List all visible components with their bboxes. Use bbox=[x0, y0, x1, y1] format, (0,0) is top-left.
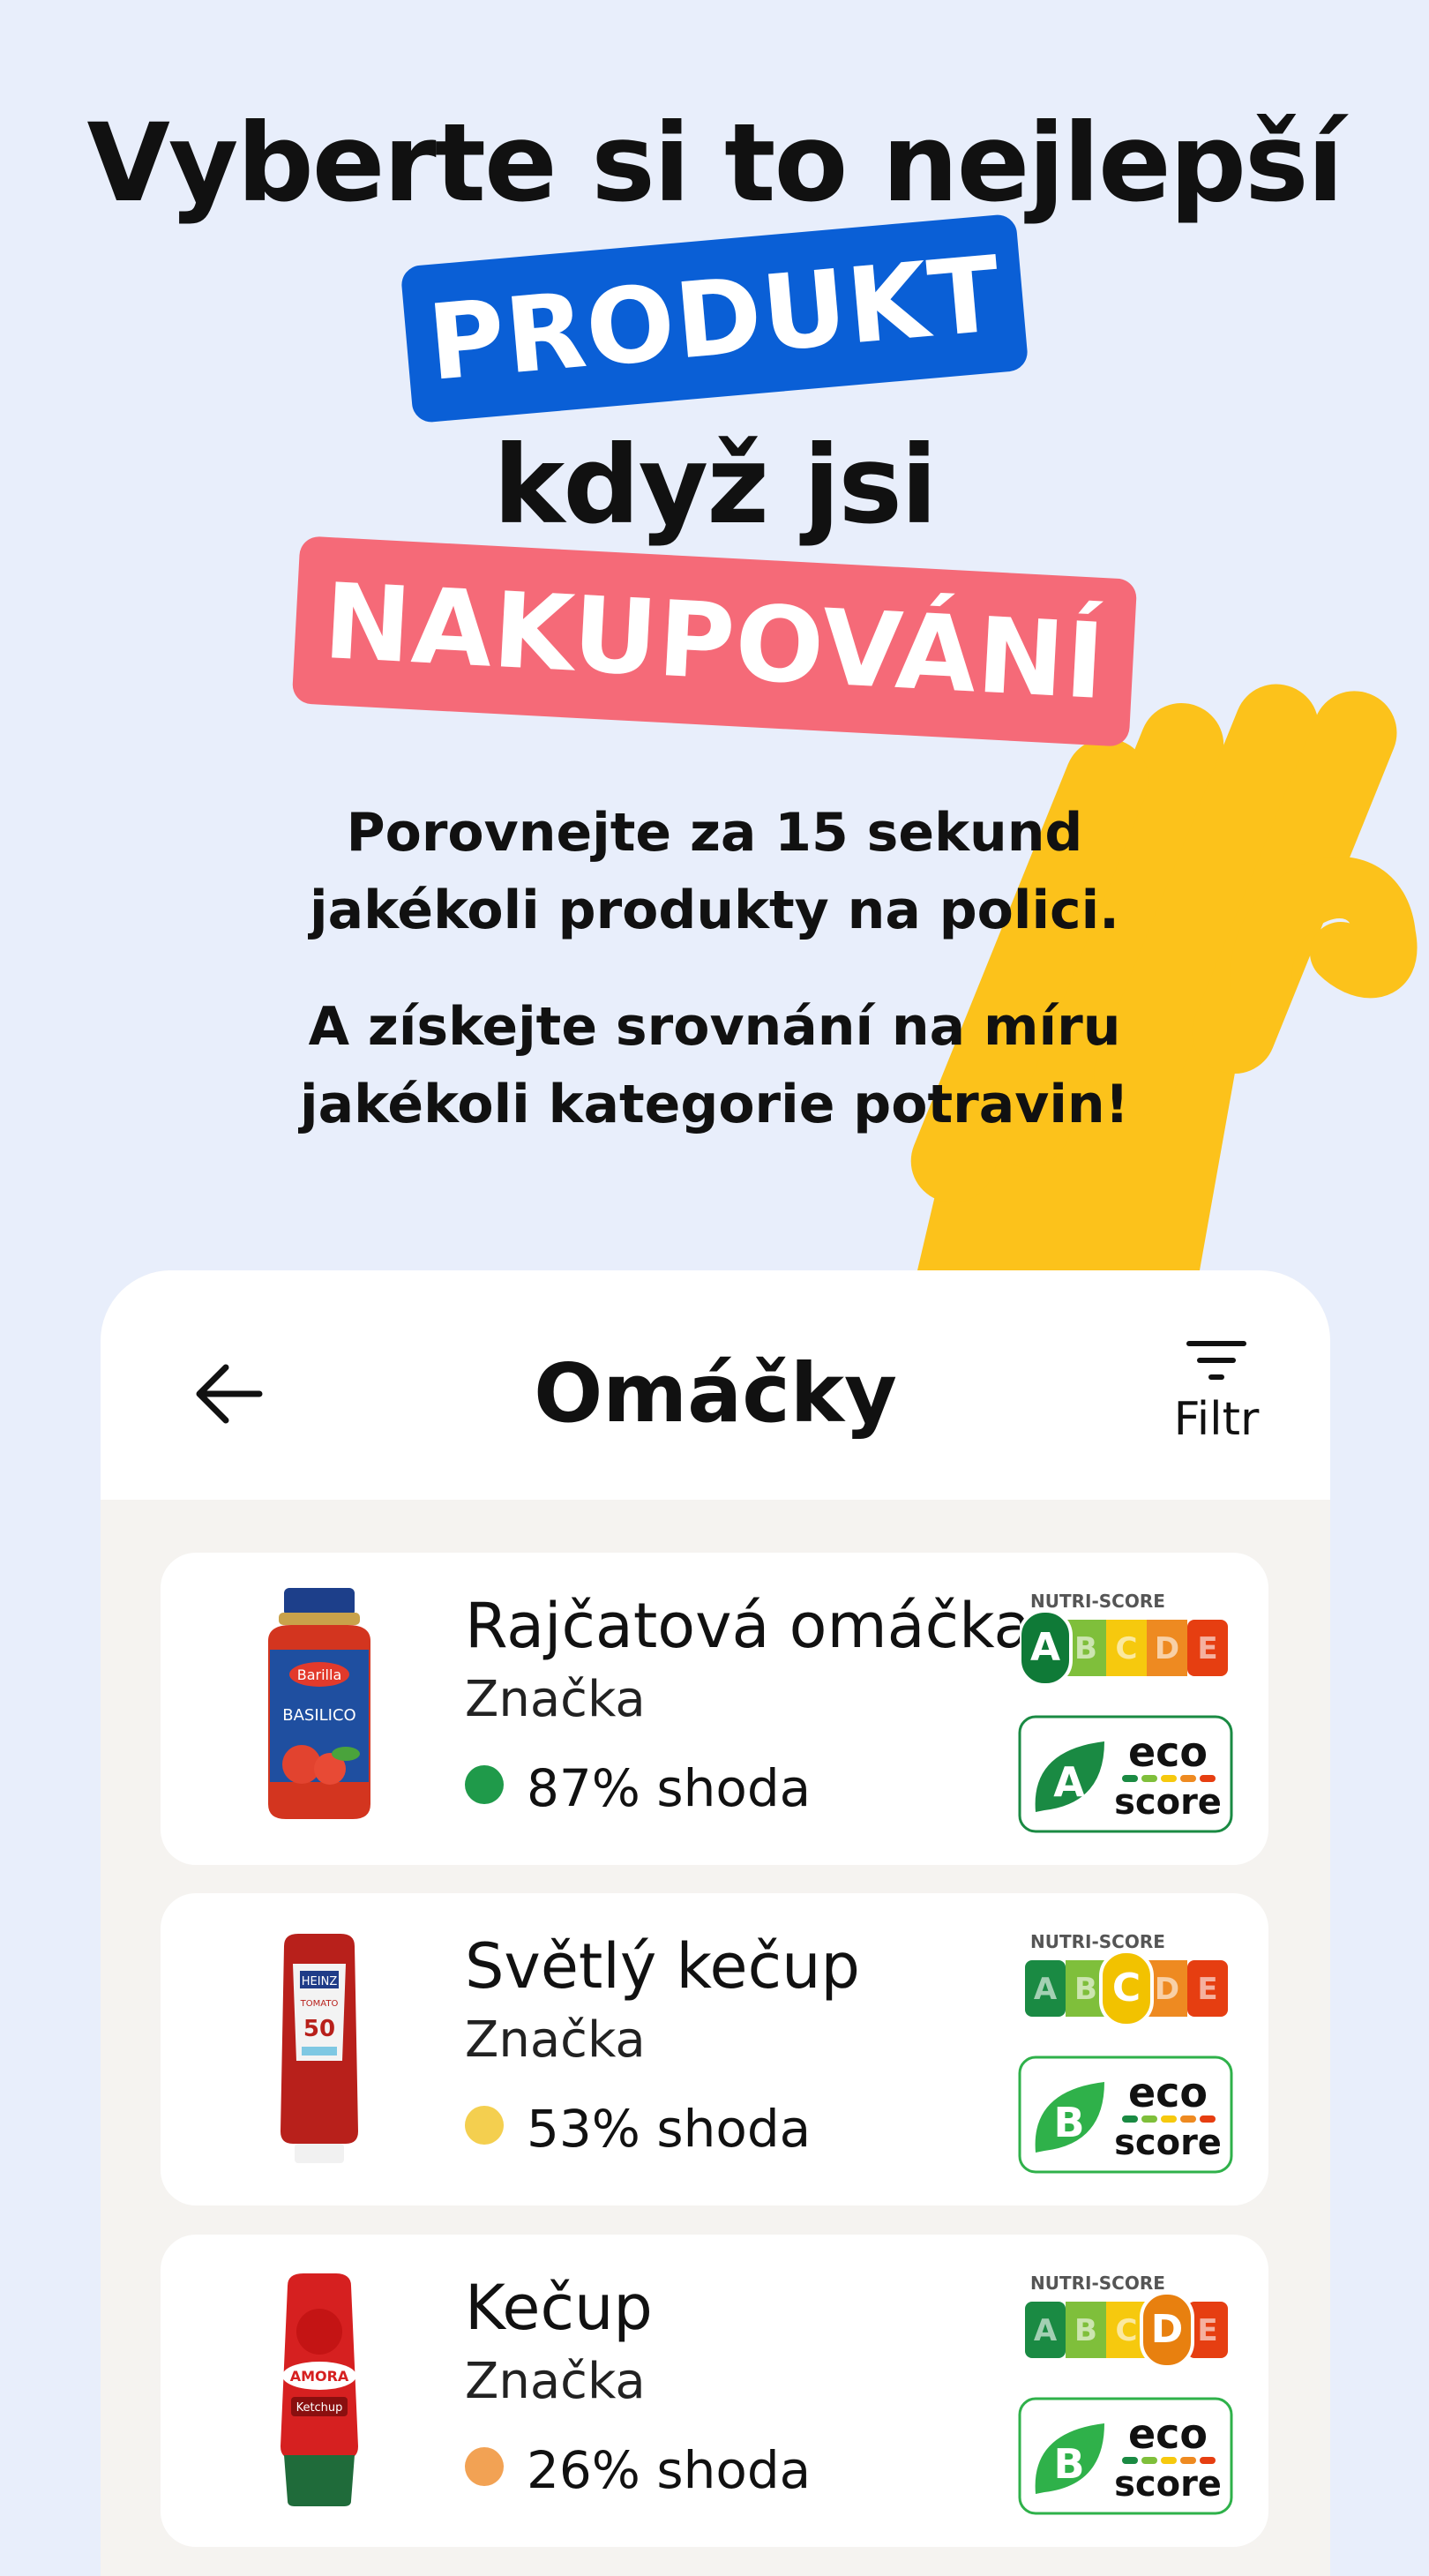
svg-text:BASILICO: BASILICO bbox=[282, 1706, 355, 1725]
svg-text:NUTRI-SCORE: NUTRI-SCORE bbox=[1030, 1591, 1165, 1612]
subtitle-compare: Porovnejte za 15 sekund jakékoli produkt… bbox=[0, 794, 1429, 949]
headline-line3: když jsi bbox=[493, 423, 938, 548]
svg-text:B: B bbox=[1074, 2313, 1097, 2348]
filter-label: Filtr bbox=[1173, 1393, 1260, 1446]
svg-text:C: C bbox=[1112, 1966, 1141, 2011]
svg-text:A: A bbox=[1030, 1625, 1060, 1670]
sauce-jar-image: Barilla BASILICO bbox=[268, 1588, 370, 1819]
match-dot bbox=[465, 1764, 504, 1804]
product-row[interactable]: AMORA Ketchup Kečup Značka 26% shoda NUT… bbox=[161, 2235, 1268, 2547]
match-score: 87% shoda bbox=[465, 1752, 811, 1821]
headline-line1: Vyberte si to nejlepší bbox=[86, 101, 1344, 226]
screen-title: Omáčky bbox=[534, 1346, 897, 1441]
match-dot bbox=[465, 2105, 504, 2145]
svg-text:D: D bbox=[1155, 1972, 1179, 2007]
nutri-score-badge: NUTRI-SCORE A B C D E bbox=[1020, 1591, 1228, 1687]
subtitle-categories-line1: A získejte srovnání na míru bbox=[308, 996, 1121, 1058]
product-row[interactable]: HEINZ TOMATO 50 Světlý kečup Značka 53% … bbox=[161, 1893, 1268, 2205]
screen-header: Omáčky Filtr bbox=[101, 1270, 1330, 1500]
subtitle-compare-line2: jakékoli produkty na polici. bbox=[310, 880, 1119, 941]
filter-icon bbox=[1186, 1341, 1246, 1380]
app-screen-card: Omáčky Filtr Barilla BASILICO Rajčatová … bbox=[101, 1270, 1330, 2576]
svg-text:C: C bbox=[1116, 1631, 1138, 1666]
svg-text:Ketchup: Ketchup bbox=[296, 2401, 343, 2415]
match-score: 26% shoda bbox=[465, 2434, 811, 2503]
svg-text:TOMATO: TOMATO bbox=[300, 1999, 339, 2009]
svg-text:50: 50 bbox=[303, 2016, 335, 2042]
product-name: Kečup bbox=[465, 2272, 653, 2344]
match-text: 53% shoda bbox=[527, 2098, 812, 2159]
match-score: 53% shoda bbox=[465, 2093, 811, 2161]
svg-text:B: B bbox=[1053, 2099, 1084, 2146]
svg-text:eco: eco bbox=[1128, 2410, 1208, 2458]
ketchup-bottle-image: HEINZ TOMATO 50 bbox=[281, 1934, 358, 2163]
product-name: Rajčatová omáčka bbox=[465, 1590, 1032, 1662]
svg-text:score: score bbox=[1114, 2123, 1222, 2163]
svg-text:E: E bbox=[1197, 1631, 1217, 1666]
svg-text:HEINZ: HEINZ bbox=[302, 1975, 338, 1988]
nutri-score-badge: NUTRI-SCORE A B C D E bbox=[1025, 2273, 1228, 2369]
svg-text:D: D bbox=[1155, 1631, 1179, 1666]
svg-text:score: score bbox=[1114, 1782, 1222, 1823]
product-brand: Značka bbox=[465, 2011, 646, 2069]
subtitle-compare-line1: Porovnejte za 15 sekund bbox=[346, 802, 1083, 864]
svg-text:NUTRI-SCORE: NUTRI-SCORE bbox=[1030, 1931, 1165, 1952]
match-text: 26% shoda bbox=[527, 2439, 812, 2500]
product-row[interactable]: Barilla BASILICO Rajčatová omáčka Značka… bbox=[161, 1553, 1268, 1865]
svg-text:A: A bbox=[1034, 1972, 1058, 2007]
nutri-score-badge: NUTRI-SCORE A B C D E bbox=[1025, 1931, 1228, 2027]
svg-text:A: A bbox=[1034, 2313, 1058, 2348]
product-name: Světlý kečup bbox=[465, 1930, 860, 2003]
product-brand: Značka bbox=[465, 2353, 646, 2410]
match-text: 87% shoda bbox=[527, 1757, 812, 1818]
svg-text:A: A bbox=[1053, 1758, 1085, 1806]
ketchup-bottle-image: AMORA Ketchup bbox=[281, 2273, 358, 2506]
svg-text:E: E bbox=[1197, 1972, 1217, 2007]
eco-score-badge: A eco score bbox=[1018, 1715, 1233, 1833]
svg-text:eco: eco bbox=[1128, 2069, 1208, 2116]
product-brand: Značka bbox=[465, 1671, 646, 1728]
eco-score-badge: B eco score bbox=[1018, 2056, 1233, 2174]
svg-text:score: score bbox=[1114, 2464, 1222, 2505]
svg-text:B: B bbox=[1053, 2440, 1084, 2488]
svg-text:eco: eco bbox=[1128, 1728, 1208, 1776]
svg-text:D: D bbox=[1151, 2307, 1184, 2352]
svg-text:E: E bbox=[1197, 2313, 1217, 2348]
svg-text:C: C bbox=[1116, 2313, 1138, 2348]
subtitle-categories-line2: jakékoli kategorie potravin! bbox=[300, 1074, 1129, 1135]
eco-score-badge: B eco score bbox=[1018, 2397, 1233, 2515]
filter-button[interactable]: Filtr bbox=[1150, 1339, 1283, 1471]
svg-text:Barilla: Barilla bbox=[297, 1666, 342, 1683]
svg-text:B: B bbox=[1074, 1972, 1097, 2007]
subtitle-categories: A získejte srovnání na míru jakékoli kat… bbox=[0, 988, 1429, 1143]
svg-text:AMORA: AMORA bbox=[290, 2368, 349, 2385]
svg-text:NUTRI-SCORE: NUTRI-SCORE bbox=[1030, 2273, 1165, 2294]
match-dot bbox=[465, 2446, 504, 2486]
svg-text:B: B bbox=[1074, 1631, 1097, 1666]
